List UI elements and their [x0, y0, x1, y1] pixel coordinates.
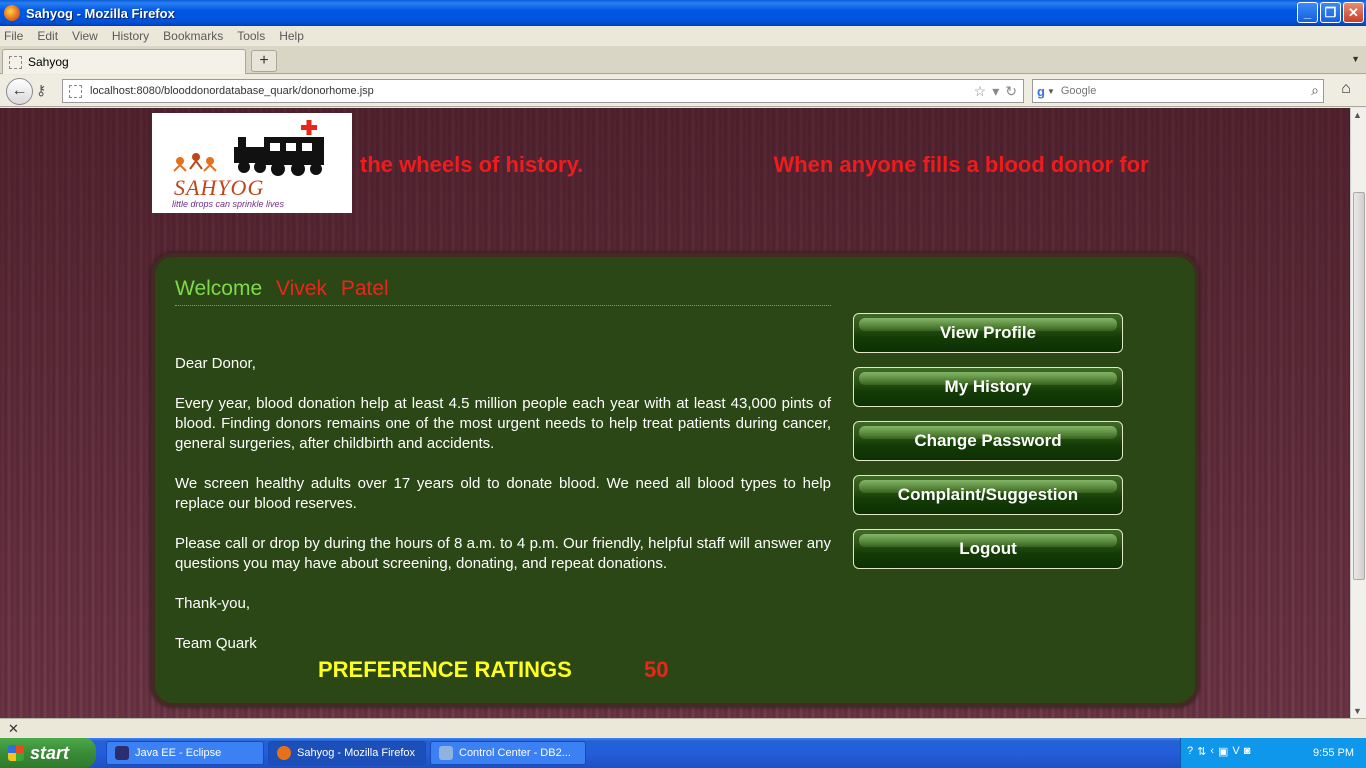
list-tabs-icon[interactable]: ▼ [1351, 54, 1360, 64]
tab-bar: Sahyog + ▼ [0, 46, 1366, 74]
menu-help[interactable]: Help [279, 29, 304, 43]
preference-ratings-label: PREFERENCE RATINGS [318, 657, 572, 682]
my-history-label: My History [944, 377, 1032, 396]
search-bar[interactable]: g ▼ ⌕ [1032, 79, 1324, 103]
window-controls: _ ❐ ✕ [1297, 2, 1364, 23]
tab-sahyog[interactable]: Sahyog [2, 49, 246, 74]
search-icon[interactable]: ⌕ [1311, 82, 1319, 99]
scroll-down-icon[interactable]: ▼ [1353, 706, 1362, 716]
logout-button[interactable]: Logout [853, 529, 1123, 569]
tab-label: Sahyog [28, 55, 69, 69]
change-password-label: Change Password [914, 431, 1062, 450]
welcome-heading: Welcome Vivek Patel [175, 277, 389, 301]
letter-paragraph-3: Please call or drop by during the hours … [175, 535, 831, 572]
bookmark-star-icon[interactable]: ☆ [974, 83, 987, 100]
menu-view[interactable]: View [72, 29, 98, 43]
restore-button[interactable]: ❐ [1320, 2, 1341, 23]
donor-first-name: Vivek [275, 277, 327, 300]
addon-bar: ✕ [0, 718, 1366, 738]
taskbar-item-db2[interactable]: Control Center - DB2... [430, 741, 586, 765]
taskbar-item-label: Control Center - DB2... [459, 747, 571, 759]
clock[interactable]: 9:55 PM [1313, 747, 1354, 759]
url-bar[interactable]: localhost:8080/blooddonordatabase_quark/… [62, 79, 1024, 103]
window-title: Sahyog - Mozilla Firefox [26, 5, 175, 21]
taskbar-item-eclipse[interactable]: Java EE - Eclipse [106, 741, 264, 765]
close-addon-bar-icon[interactable]: ✕ [8, 721, 19, 737]
marquee-text-2: When anyone fills a blood donor for [773, 152, 1149, 177]
taskbar-item-firefox[interactable]: Sahyog - Mozilla Firefox [268, 741, 426, 765]
monitor-icon[interactable]: ▣ [1218, 745, 1228, 758]
menu-file[interactable]: File [4, 29, 23, 43]
scrollbar-thumb[interactable] [1353, 192, 1365, 580]
preference-ratings-value: 50 [644, 657, 669, 682]
control-center-icon [439, 746, 453, 760]
donor-last-name: Patel [340, 277, 389, 300]
navigation-bar: ← ⚷ localhost:8080/blooddonordatabase_qu… [0, 75, 1366, 107]
letter-greeting: Dear Donor, [175, 355, 256, 372]
start-label: start [30, 742, 70, 763]
url-text[interactable]: localhost:8080/blooddonordatabase_quark/… [90, 85, 374, 97]
network-icon[interactable]: ⇅ [1197, 745, 1206, 758]
show-hidden-icons-icon[interactable]: ‹ [1210, 745, 1214, 758]
start-button[interactable]: start [0, 738, 96, 768]
firefox-icon [277, 746, 291, 760]
page-content: SAHYOG little drops can sprinkle lives t… [0, 108, 1350, 718]
new-tab-button[interactable]: + [251, 50, 277, 72]
menu-history[interactable]: History [112, 29, 149, 43]
marquee-text-1: the wheels of history. [360, 152, 584, 177]
view-profile-button[interactable]: View Profile [853, 313, 1123, 353]
taskbar-item-label: Java EE - Eclipse [135, 747, 222, 759]
welcome-label: Welcome [175, 277, 263, 300]
complaint-suggestion-label: Complaint/Suggestion [897, 485, 1079, 504]
database-icon[interactable]: ◙ [1244, 745, 1251, 758]
sahyog-logo[interactable]: SAHYOG little drops can sprinkle lives [152, 113, 352, 213]
key-icon[interactable]: ⚷ [36, 82, 46, 99]
menu-bar: File Edit View History Bookmarks Tools H… [0, 26, 1366, 46]
menu-bookmarks[interactable]: Bookmarks [163, 29, 223, 43]
logo-tagline: little drops can sprinkle lives [172, 199, 285, 209]
url-bar-actions: ☆ ▾ ↻ [974, 83, 1017, 100]
letter-paragraph-1: Every year, blood donation help at least… [175, 395, 831, 452]
logo-brand-text: SAHYOG [174, 175, 265, 200]
complaint-suggestion-button[interactable]: Complaint/Suggestion [853, 475, 1123, 515]
action-menu: View Profile My History Change Password … [853, 313, 1123, 583]
my-history-button[interactable]: My History [853, 367, 1123, 407]
window-title-bar: Sahyog - Mozilla Firefox _ ❐ ✕ [0, 0, 1366, 26]
change-password-button[interactable]: Change Password [853, 421, 1123, 461]
home-button[interactable]: ⌂ [1333, 80, 1359, 102]
firefox-icon [4, 5, 20, 21]
menu-edit[interactable]: Edit [37, 29, 58, 43]
scroll-up-icon[interactable]: ▲ [1353, 110, 1362, 120]
menu-tools[interactable]: Tools [237, 29, 265, 43]
windows-taskbar: start Java EE - Eclipse Sahyog - Mozilla… [0, 738, 1366, 768]
minimize-button[interactable]: _ [1297, 2, 1318, 23]
donor-letter: Dear Donor, Every year, blood donation h… [175, 354, 831, 674]
taskbar-item-label: Sahyog - Mozilla Firefox [297, 747, 415, 759]
vertical-scrollbar[interactable]: ▲ ▼ [1350, 108, 1366, 718]
reload-icon[interactable]: ↻ [1005, 83, 1017, 100]
donor-home-panel: Welcome Vivek Patel Dear Donor, Every ye… [151, 253, 1199, 707]
news-marquee: the wheels of history. When anyone fills… [360, 152, 1198, 182]
windows-logo-icon [8, 745, 24, 761]
view-profile-label: View Profile [939, 323, 1037, 342]
logout-label: Logout [959, 539, 1017, 558]
help-icon[interactable]: ? [1187, 745, 1193, 758]
tray-icons: ? ⇅ ‹ ▣ V ◙ [1187, 745, 1250, 758]
back-button[interactable]: ← [6, 78, 33, 105]
letter-closing: Thank-you, [175, 595, 251, 612]
page-favicon-icon [9, 55, 22, 69]
eclipse-icon [115, 746, 129, 760]
divider [175, 305, 831, 306]
engine-dropdown-icon[interactable]: ▼ [1047, 87, 1055, 96]
v-app-icon[interactable]: V [1232, 745, 1239, 758]
letter-signature: Team Quark [175, 635, 257, 652]
letter-paragraph-2: We screen healthy adults over 17 years o… [175, 475, 831, 512]
close-window-button[interactable]: ✕ [1343, 2, 1364, 23]
url-dropdown-icon[interactable]: ▾ [992, 83, 999, 100]
site-identity-icon[interactable] [69, 84, 82, 98]
google-engine-icon[interactable]: g [1037, 84, 1045, 99]
search-input[interactable] [1060, 85, 1291, 97]
system-tray: ? ⇅ ‹ ▣ V ◙ 9:55 PM [1180, 738, 1366, 768]
